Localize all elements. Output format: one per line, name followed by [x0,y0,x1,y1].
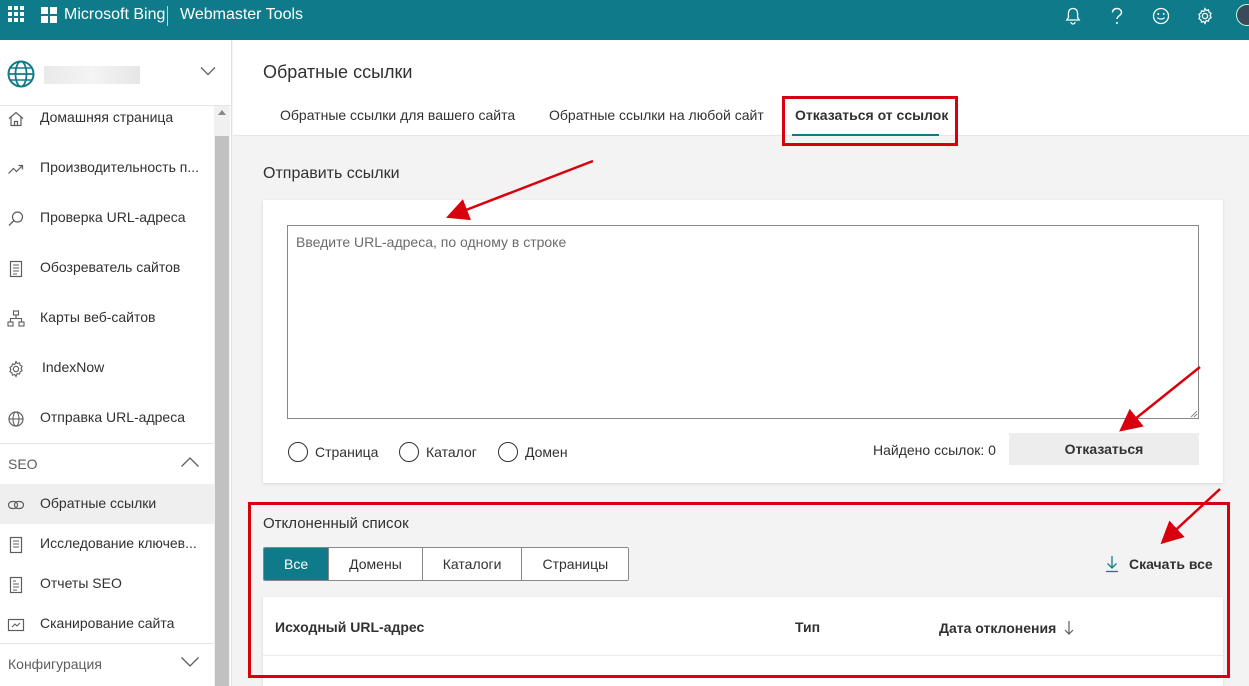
trend-icon [8,164,24,174]
chevron-up-icon[interactable] [180,456,200,468]
site-name-redacted [44,66,140,84]
sidebar-section-seo[interactable]: SEO [0,443,214,483]
radio-circle[interactable] [399,442,419,462]
disavow-button[interactable]: Отказаться [1009,433,1199,465]
sidebar-section-config[interactable]: Конфигурация [0,643,214,683]
link-icon [7,500,25,510]
avatar[interactable] [1236,4,1249,26]
tab-disavow-links[interactable]: Отказаться от ссылок [795,107,948,123]
sidebar-item-label: Карты веб-сайтов [40,309,156,325]
sidebar-item-label: Обозреватель сайтов [40,259,181,275]
globe-icon [7,60,35,88]
sidebar-item-label: IndexNow [42,359,105,375]
filter-all-button[interactable]: Все [264,548,330,580]
column-header-rejection-date[interactable]: Дата отклонения [939,619,1076,637]
settings-icon [9,360,23,378]
tab-your-site-backlinks[interactable]: Обратные ссылки для вашего сайта [280,107,515,123]
smiley-icon[interactable] [1149,4,1173,28]
microsoft-logo-icon [41,7,57,23]
bell-icon[interactable] [1061,4,1085,28]
document-icon [9,536,23,554]
sidebar-item-label: Исследование ключев... [40,535,197,551]
download-icon [1106,556,1118,573]
sidebar-item-indexnow[interactable]: IndexNow [0,348,214,388]
sidebar-item-sitemaps[interactable]: Карты веб-сайтов [0,298,214,338]
app-launcher-icon[interactable] [8,6,24,22]
sidebar-item-label: Проверка URL-адреса [40,209,186,225]
rejected-list-title: Отклоненный список [263,515,409,532]
column-header-label: Дата отклонения [939,620,1057,636]
sidebar-item-label: Отправка URL-адреса [40,409,185,425]
radio-domain[interactable]: Домен [498,442,568,462]
scan-icon [7,618,25,632]
resize-grip-icon[interactable] [1190,410,1198,418]
sidebar-item-label: Обратные ссылки [40,495,157,511]
search-icon [8,211,24,226]
sidebar-item-label: Домашняя страница [40,109,174,125]
radio-circle[interactable] [288,442,308,462]
filter-domains-button[interactable]: Домены [329,548,423,580]
brand-divider [167,6,168,26]
download-label: Скачать все [1129,556,1213,572]
download-all-button[interactable]: Скачать все [1105,555,1213,573]
sidebar-item-performance[interactable]: Производительность п... [0,148,214,188]
scroll-up-arrow-icon[interactable] [218,110,226,115]
gear-icon[interactable] [1193,4,1217,28]
sidebar-item-site-explorer[interactable]: Обозреватель сайтов [0,248,214,288]
brand-name: Microsoft Bing [64,6,166,23]
filter-segmented-control: Все Домены Каталоги Страницы [263,547,630,581]
chevron-down-icon[interactable] [180,656,200,668]
main-content: Обратные ссылки Обратные ссылки для ваше… [233,40,1249,686]
help-icon[interactable] [1105,4,1129,28]
section-label: Конфигурация [8,656,102,672]
sort-descending-icon[interactable] [1062,619,1076,637]
sidebar-item-url-submission[interactable]: Отправка URL-адреса [0,398,214,438]
chevron-down-icon[interactable] [200,66,216,76]
sidebar: Домашняя страница Производительность п..… [0,40,232,686]
home-icon [8,111,24,127]
radio-page[interactable]: Страница [288,442,378,462]
column-header-source-url[interactable]: Исходный URL-адрес [275,619,424,635]
list-icon [9,260,23,278]
tab-any-site-backlinks[interactable]: Обратные ссылки на любой сайт [549,107,764,123]
product-name[interactable]: Webmaster Tools [180,6,303,24]
submit-section-title: Отправить ссылки [263,165,400,182]
filter-directories-button[interactable]: Каталоги [422,548,523,580]
sidebar-item-url-inspection[interactable]: Проверка URL-адреса [0,198,214,238]
page-header: Обратные ссылки Обратные ссылки для ваше… [233,40,1249,136]
filter-pages-button[interactable]: Страницы [522,548,629,580]
section-label: SEO [8,456,38,472]
column-header-type[interactable]: Тип [795,619,820,635]
links-found-count: Найдено ссылок: 0 [873,442,996,458]
sidebar-item-backlinks[interactable]: Обратные ссылки [0,484,214,524]
sitemap-icon [7,310,25,327]
table-header-divider [263,655,1223,656]
url-list-input[interactable] [287,225,1199,419]
sidebar-item-site-scan[interactable]: Сканирование сайта [0,604,214,644]
globe-icon [8,411,24,427]
radio-label: Страница [315,444,379,460]
scrollbar-thumb[interactable] [215,136,229,686]
sidebar-item-keyword-research[interactable]: Исследование ключев... [0,524,214,564]
report-icon [9,576,23,594]
sidebar-item-label: Производительность п... [40,159,200,175]
sidebar-item-seo-reports[interactable]: Отчеты SEO [0,564,214,604]
radio-directory[interactable]: Каталог [399,442,477,462]
sidebar-item-label: Отчеты SEO [40,575,122,591]
sidebar-item-label: Сканирование сайта [40,615,175,631]
top-bar: Microsoft Bing Webmaster Tools [0,0,1249,40]
site-selector[interactable] [0,40,232,106]
radio-circle[interactable] [498,442,518,462]
radio-label: Каталог [426,444,477,460]
rejected-table: Исходный URL-адрес Тип Дата отклонения [263,597,1223,686]
radio-label: Домен [525,444,568,460]
active-tab-indicator [792,134,939,136]
sidebar-item-home[interactable]: Домашняя страница [0,98,214,138]
page-title: Обратные ссылки [263,62,413,82]
